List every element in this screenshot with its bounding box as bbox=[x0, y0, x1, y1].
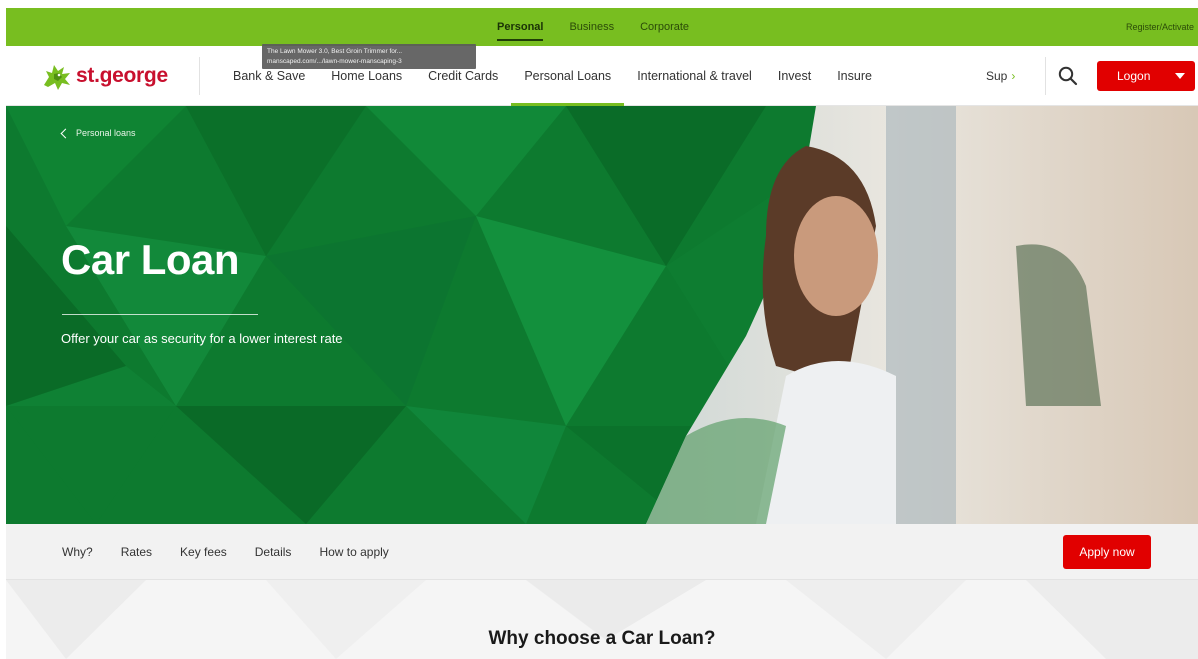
register-link[interactable]: Register/Activate bbox=[1126, 8, 1194, 46]
tooltip-url: manscaped.com/.../lawn-mower-manscaping-… bbox=[267, 58, 402, 65]
hero-photo bbox=[646, 106, 1198, 524]
section-link-why[interactable]: Why? bbox=[48, 524, 107, 580]
link-tooltip: The Lawn Mower 3.0, Best Groin Trimmer f… bbox=[262, 44, 476, 69]
nav-divider bbox=[199, 57, 200, 95]
section-link-how-to-apply[interactable]: How to apply bbox=[305, 524, 402, 580]
nav-divider-right bbox=[1045, 57, 1046, 95]
title-divider bbox=[62, 314, 258, 315]
logon-button[interactable]: Logon bbox=[1097, 61, 1195, 91]
dragon-icon bbox=[44, 65, 70, 90]
segment-personal[interactable]: Personal bbox=[484, 8, 556, 46]
section-link-key-fees[interactable]: Key fees bbox=[166, 524, 241, 580]
segment-corporate[interactable]: Corporate bbox=[627, 8, 702, 46]
brand-name: st.george bbox=[76, 64, 168, 87]
page: Personal Business Corporate Register/Act… bbox=[0, 0, 1198, 659]
nav-item-personal-loans[interactable]: Personal Loans bbox=[511, 46, 625, 106]
tooltip-title: The Lawn Mower 3.0, Best Groin Trimmer f… bbox=[267, 48, 403, 55]
page-title: Car Loan bbox=[61, 236, 240, 283]
segment-business[interactable]: Business bbox=[556, 8, 627, 46]
section-link-details[interactable]: Details bbox=[241, 524, 306, 580]
brand-logo[interactable]: st.george bbox=[40, 56, 168, 96]
hero-banner: Personal loans Car Loan Offer your car a… bbox=[6, 106, 1198, 524]
segment-nav: Personal Business Corporate bbox=[484, 8, 702, 46]
segment-bar: Personal Business Corporate Register/Act… bbox=[6, 8, 1198, 46]
nav-item-insure[interactable]: Insure bbox=[824, 46, 885, 106]
nav-more-label: Sup bbox=[986, 69, 1008, 83]
section-nav: Why? Rates Key fees Details How to apply… bbox=[6, 524, 1198, 580]
breadcrumb-label: Personal loans bbox=[76, 128, 136, 138]
apply-now-button[interactable]: Apply now bbox=[1063, 535, 1151, 569]
nav-item-support[interactable]: Sup › bbox=[986, 46, 1015, 106]
section-link-rates[interactable]: Rates bbox=[107, 524, 166, 580]
why-section: Why choose a Car Loan? bbox=[6, 580, 1198, 659]
breadcrumb[interactable]: Personal loans bbox=[60, 128, 136, 138]
search-icon bbox=[1058, 66, 1078, 86]
nav-item-invest[interactable]: Invest bbox=[765, 46, 824, 106]
section-heading: Why choose a Car Loan? bbox=[488, 628, 716, 649]
chevron-left-icon bbox=[60, 128, 71, 138]
main-nav: st.george Bank & Save Home Loans Credit … bbox=[6, 46, 1198, 106]
section-nav-items: Why? Rates Key fees Details How to apply bbox=[48, 524, 403, 580]
nav-item-international-travel[interactable]: International & travel bbox=[624, 46, 765, 106]
chevron-right-icon[interactable]: › bbox=[1011, 69, 1015, 83]
search-button[interactable] bbox=[1056, 64, 1080, 88]
logon-label: Logon bbox=[1117, 69, 1151, 83]
chevron-down-icon bbox=[1175, 73, 1185, 79]
page-subtitle: Offer your car as security for a lower i… bbox=[61, 331, 343, 346]
